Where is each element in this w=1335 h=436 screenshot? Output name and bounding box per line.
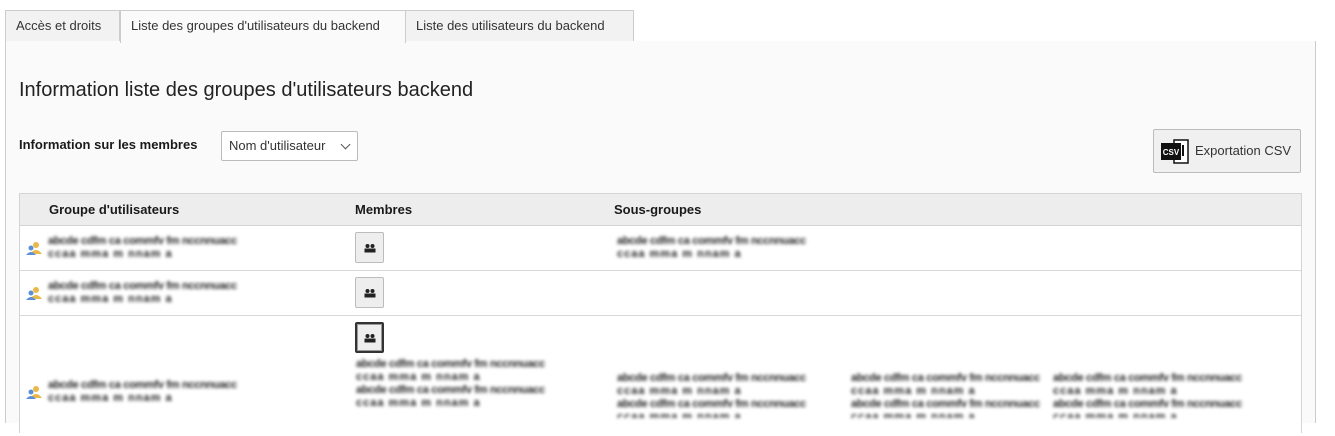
- csv-file-icon: CSV: [1161, 139, 1189, 164]
- subgroup-text: abcde cdfm ca commfv fm nccnnuacc ccaa m…: [851, 372, 1040, 418]
- user-group-icon: [26, 287, 42, 300]
- subgroup-text: abcde cdfm ca commfv fm nccnnuacc ccaa m…: [1053, 372, 1242, 418]
- member-info-label: Information sur les membres: [19, 137, 198, 152]
- table-row: abcde cdfm ca commfv fm nccnnuacc ccaa m…: [20, 316, 1301, 436]
- chevron-down-icon: [340, 139, 351, 150]
- tab-content-panel: Information liste des groupes d'utilisat…: [5, 41, 1316, 436]
- user-groups-table: Groupe d'utilisateurs Membres Sous-group…: [19, 193, 1302, 436]
- members-icon: [364, 288, 375, 297]
- member-info-select-value: Nom d'utilisateur: [229, 138, 326, 153]
- group-name-text[interactable]: abcde cdfm ca commfv fm nccnnuacc ccaa m…: [48, 379, 280, 405]
- export-csv-label: Exportation CSV: [1195, 143, 1292, 158]
- export-csv-button[interactable]: CSV Exportation CSV: [1153, 129, 1301, 173]
- member-info-select[interactable]: Nom d'utilisateur: [221, 131, 358, 161]
- column-header-subgroups: Sous-groupes: [614, 202, 702, 217]
- tab-backend-user-groups[interactable]: Liste des groupes d'utilisateurs du back…: [120, 10, 406, 43]
- group-name-text[interactable]: abcde cdfm ca commfv fm nccnnuacc ccaa m…: [48, 235, 268, 261]
- table-row: abcde cdfm ca commfv fm nccnnuacc ccaa m…: [20, 226, 1301, 271]
- show-members-button[interactable]: [355, 277, 384, 308]
- page-title: Information liste des groupes d'utilisat…: [19, 79, 474, 101]
- module-tabs: Accès et droits Liste des groupes d'util…: [5, 10, 1316, 43]
- user-group-icon: [26, 386, 42, 399]
- members-icon: [364, 243, 375, 252]
- csv-icon-text: CSV: [1163, 148, 1180, 157]
- members-list-text: abcde cdfm ca commfv fm nccnnuacc ccaa m…: [356, 358, 545, 409]
- show-members-button[interactable]: [355, 232, 384, 263]
- column-header-group: Groupe d'utilisateurs: [49, 202, 180, 217]
- subgroup-text: abcde cdfm ca commfv fm nccnnuacc ccaa m…: [617, 372, 806, 418]
- table-header-row: Groupe d'utilisateurs Membres Sous-group…: [20, 194, 1301, 226]
- table-row: abcde cdfm ca commfv fm nccnnuacc ccaa m…: [20, 271, 1301, 316]
- column-header-members: Membres: [355, 202, 413, 217]
- members-icon: [364, 333, 375, 342]
- group-name-text[interactable]: abcde cdfm ca commfv fm nccnnuacc ccaa m…: [48, 280, 268, 306]
- show-members-button[interactable]: [355, 322, 384, 353]
- subgroup-text: abcde cdfm ca commfv fm nccnnuacc ccaa m…: [617, 235, 806, 260]
- tab-access-rights[interactable]: Accès et droits: [5, 10, 120, 42]
- user-group-icon: [26, 242, 42, 255]
- tab-backend-users[interactable]: Liste des utilisateurs du backend: [406, 10, 634, 42]
